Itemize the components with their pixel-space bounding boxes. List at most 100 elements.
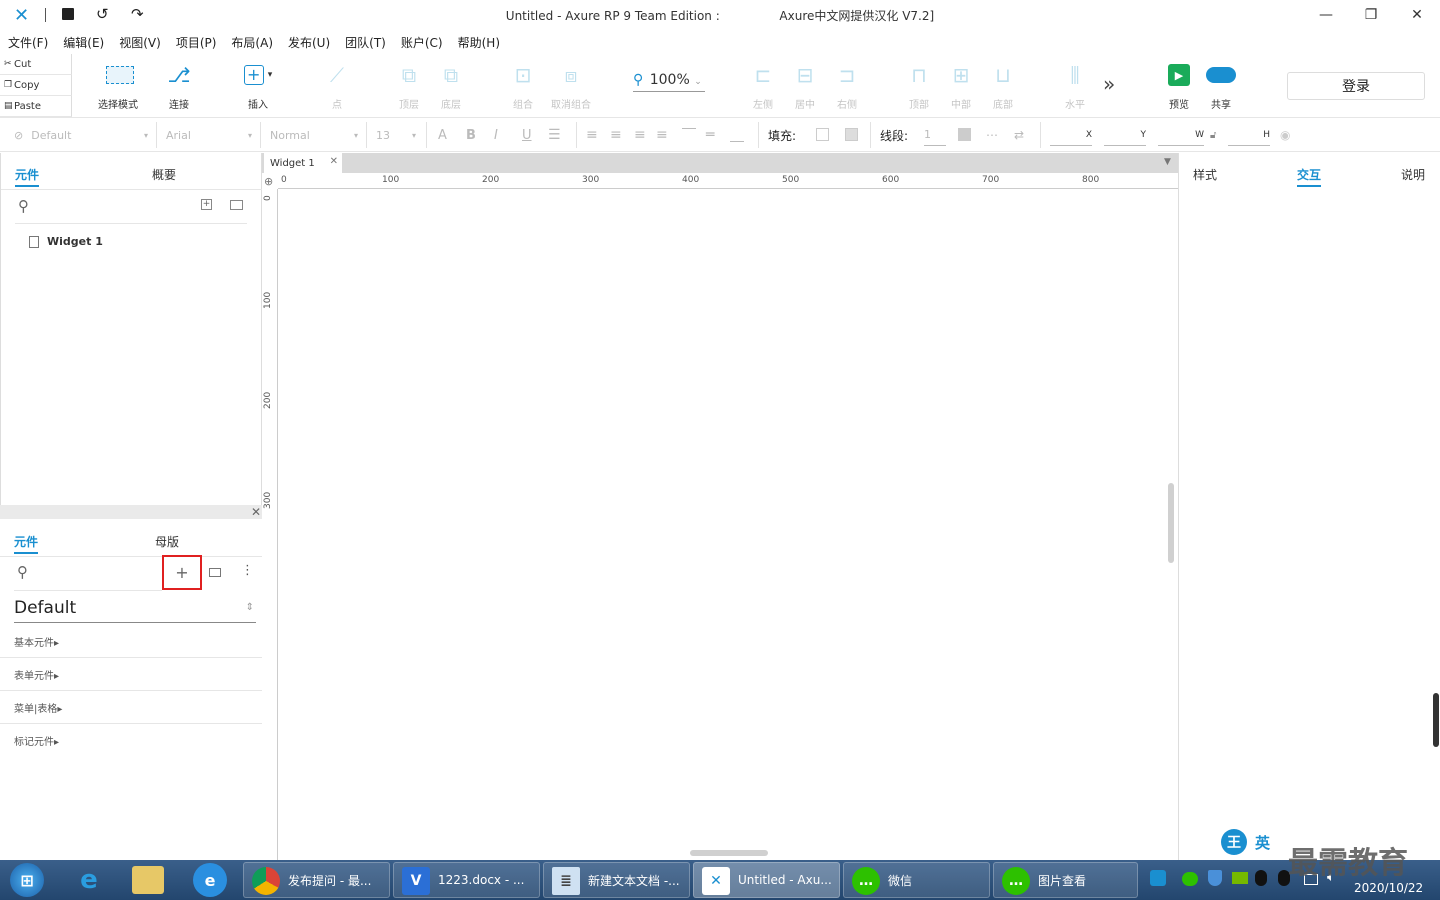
tab-interactions[interactable]: 交互 bbox=[1297, 166, 1322, 187]
taskbar-item-notepad[interactable]: ≣ 新建文本文档 -... bbox=[543, 862, 690, 898]
ungroup-button[interactable]: ⧈ 取消组合 bbox=[546, 62, 596, 111]
tab-masters[interactable]: 母版 bbox=[155, 533, 179, 550]
taskbar-item-wechat[interactable]: … 微信 bbox=[843, 862, 990, 898]
add-page-icon[interactable]: + bbox=[201, 199, 212, 210]
align-text-right-icon[interactable]: ≡ bbox=[634, 124, 646, 146]
ime-mode-label[interactable]: 英 bbox=[1255, 832, 1270, 853]
vertical-scrollbar[interactable] bbox=[1168, 483, 1174, 563]
align-text-center-icon[interactable]: ≡ bbox=[610, 124, 622, 146]
search-icon[interactable]: ⚲ bbox=[17, 563, 28, 581]
paste-button[interactable]: ▤ Paste bbox=[0, 96, 72, 117]
tab-dropdown-icon[interactable]: ▼ bbox=[1164, 157, 1171, 167]
search-icon[interactable]: ⚲ bbox=[18, 197, 29, 215]
panel-splitter[interactable] bbox=[0, 505, 272, 519]
section-form[interactable]: 表单元件▸ bbox=[0, 658, 272, 691]
stroke-color-swatch[interactable] bbox=[958, 128, 971, 141]
w-input[interactable]: W bbox=[1158, 124, 1204, 146]
menu-team[interactable]: 团队(T) bbox=[345, 34, 386, 51]
tab-notes[interactable]: 说明 bbox=[1401, 166, 1425, 183]
menu-file[interactable]: 文件(F) bbox=[8, 34, 48, 51]
x-input[interactable]: X bbox=[1050, 124, 1092, 146]
restore-button[interactable]: ❐ bbox=[1348, 0, 1394, 30]
arrow-style-icon[interactable]: ⇄ bbox=[1014, 124, 1024, 146]
tab-outline[interactable]: 概要 bbox=[152, 166, 176, 183]
font-select[interactable]: Arial ▾ bbox=[166, 124, 252, 146]
more-tools-button[interactable]: » bbox=[1103, 72, 1115, 96]
clock-date[interactable]: 2020/10/22 bbox=[1354, 881, 1423, 895]
distribute-horizontal-button[interactable]: ⫼ 水平 bbox=[1060, 62, 1090, 111]
minimize-button[interactable]: — bbox=[1303, 0, 1349, 30]
italic-icon[interactable]: I bbox=[494, 124, 498, 146]
menu-project[interactable]: 项目(P) bbox=[176, 34, 217, 51]
taskbar-item-axure[interactable]: ✕ Untitled - Axu... bbox=[693, 862, 840, 898]
copy-button[interactable]: ❐ Copy bbox=[0, 75, 72, 96]
tray-nvidia-icon[interactable] bbox=[1232, 872, 1248, 884]
taskbar-item-chrome[interactable]: 发布提问 - 最... bbox=[243, 862, 390, 898]
font-color-icon[interactable]: A bbox=[438, 124, 447, 146]
page-tab[interactable]: Widget 1 ✕ bbox=[264, 153, 342, 173]
tray-ime-icon[interactable] bbox=[1150, 870, 1166, 886]
cut-button[interactable]: ✂ Cut bbox=[0, 54, 72, 75]
bring-to-front-button[interactable]: ⧉ 顶层 bbox=[392, 62, 426, 111]
section-basic[interactable]: 基本元件▸ bbox=[0, 625, 272, 658]
ie-browser-icon[interactable]: e bbox=[72, 863, 106, 897]
page-item[interactable]: Widget 1 bbox=[29, 235, 103, 248]
zoom-control[interactable]: ⚲ 100% ⌄ bbox=[633, 72, 705, 92]
stroke-width-input[interactable]: 1 bbox=[924, 124, 946, 146]
menu-view[interactable]: 视图(V) bbox=[119, 34, 161, 51]
bold-icon[interactable]: B bbox=[466, 124, 476, 146]
fill-color-swatch[interactable] bbox=[816, 128, 829, 141]
tray-wechat-icon[interactable] bbox=[1182, 872, 1198, 886]
close-tab-icon[interactable]: ✕ bbox=[330, 156, 338, 167]
menu-help[interactable]: 帮助(H) bbox=[458, 34, 500, 51]
edge-browser-icon[interactable]: e bbox=[193, 863, 227, 897]
fill-shadow-swatch[interactable] bbox=[845, 128, 858, 141]
close-button[interactable]: ✕ bbox=[1394, 0, 1440, 30]
point-button[interactable]: ⟋ 点 bbox=[322, 62, 352, 111]
valign-top-icon[interactable]: ⎺ bbox=[682, 124, 696, 146]
library-windows-icon[interactable] bbox=[209, 568, 221, 577]
taskbar-item-word[interactable]: V 1223.docx - ... bbox=[393, 862, 540, 898]
visibility-eye-icon[interactable]: ◉ bbox=[1280, 124, 1290, 146]
align-top-button[interactable]: ⊓ 顶部 bbox=[904, 62, 934, 111]
style-select[interactable]: ⊘ Default ▾ bbox=[14, 124, 148, 146]
share-button[interactable]: 共享 bbox=[1204, 62, 1238, 111]
group-button[interactable]: ⊡ 组合 bbox=[506, 62, 540, 111]
bullet-list-icon[interactable]: ☰ bbox=[548, 124, 561, 146]
align-right-button[interactable]: ⊐ 右侧 bbox=[832, 62, 862, 111]
file-explorer-icon[interactable] bbox=[132, 866, 164, 894]
h-input[interactable]: H bbox=[1228, 124, 1270, 146]
align-center-button[interactable]: ⊟ 居中 bbox=[790, 62, 820, 111]
section-menu-table[interactable]: 菜单|表格▸ bbox=[0, 691, 272, 724]
align-middle-button[interactable]: ⊞ 中部 bbox=[946, 62, 976, 111]
menu-arrange[interactable]: 布局(A) bbox=[231, 34, 273, 51]
lock-icon[interactable]: 🔓︎ bbox=[1210, 124, 1216, 146]
side-scroll-indicator[interactable] bbox=[1433, 693, 1439, 747]
taskbar-item-image-viewer[interactable]: … 图片查看 bbox=[993, 862, 1138, 898]
ruler-origin-icon[interactable]: ⊕ bbox=[264, 175, 273, 188]
select-mode-button[interactable]: 选择模式 bbox=[84, 62, 156, 111]
y-input[interactable]: Y bbox=[1104, 124, 1146, 146]
tab-pages[interactable]: 元件 bbox=[15, 166, 40, 187]
more-vertical-icon[interactable]: ⋮ bbox=[241, 563, 254, 578]
send-to-back-button[interactable]: ⧉ 底层 bbox=[434, 62, 468, 111]
tab-widgets[interactable]: 元件 bbox=[14, 533, 39, 554]
valign-middle-icon[interactable]: ═ bbox=[706, 124, 714, 146]
font-weight-select[interactable]: Normal ▾ bbox=[270, 124, 358, 146]
font-size-select[interactable]: 13 ▾ bbox=[376, 124, 416, 146]
library-select[interactable]: Default ⇕ bbox=[14, 598, 256, 623]
start-button-icon[interactable]: ⊞ bbox=[10, 863, 44, 897]
valign-bottom-icon[interactable]: ⎽ bbox=[730, 124, 744, 146]
align-bottom-button[interactable]: ⊔ 底部 bbox=[988, 62, 1018, 111]
menu-account[interactable]: 账户(C) bbox=[401, 34, 443, 51]
add-library-button[interactable]: + bbox=[162, 555, 202, 590]
connect-button[interactable]: ⎇ 连接 bbox=[160, 62, 198, 111]
horizontal-scrollbar[interactable] bbox=[690, 850, 768, 856]
stroke-pattern-icon[interactable]: ⋯ bbox=[986, 124, 998, 146]
section-markup[interactable]: 标记元件▸ bbox=[0, 724, 272, 757]
ime-logo-icon[interactable]: 王 bbox=[1221, 829, 1247, 855]
justify-text-icon[interactable]: ≡ bbox=[656, 124, 668, 146]
underline-icon[interactable]: U bbox=[522, 124, 532, 146]
tray-security-icon[interactable] bbox=[1208, 870, 1222, 886]
insert-button[interactable]: + ▾ 插入 bbox=[238, 62, 278, 111]
